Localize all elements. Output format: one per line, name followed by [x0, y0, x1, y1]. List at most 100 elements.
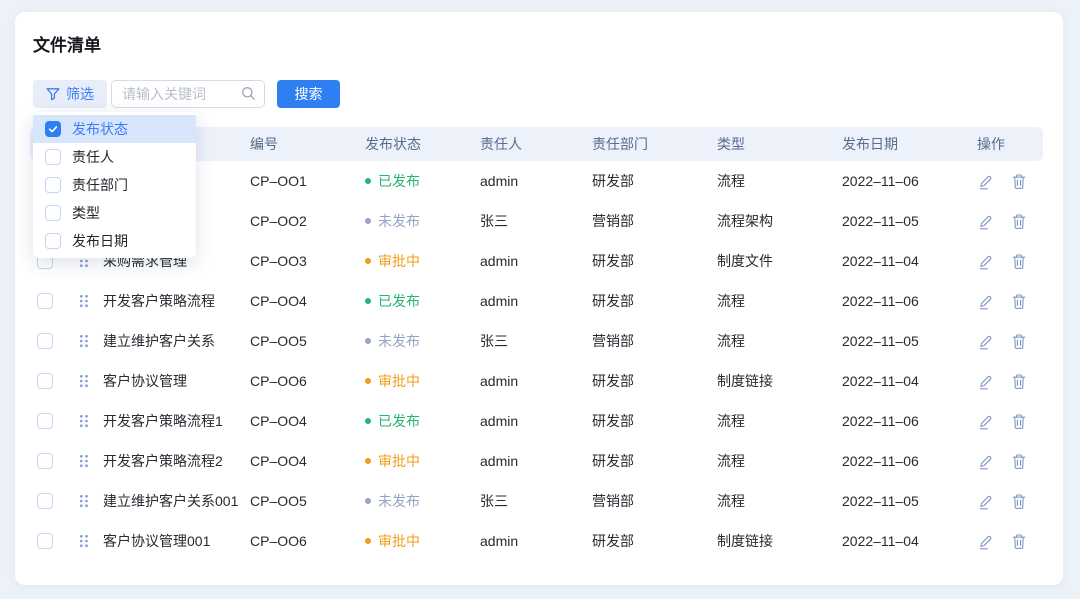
- filter-option-1[interactable]: 责任人: [33, 143, 196, 171]
- row-actions: [977, 533, 1043, 550]
- edit-pencil-icon: [977, 493, 994, 510]
- department: 营销部: [592, 211, 717, 231]
- row-checkbox[interactable]: [37, 493, 53, 509]
- file-type: 制度链接: [717, 531, 842, 551]
- status-label: 未发布: [378, 491, 420, 511]
- filter-option-label: 责任人: [72, 147, 114, 167]
- col-header-owner: 责任人: [480, 134, 592, 154]
- file-name: 开发客户策略流程2: [103, 451, 250, 471]
- file-type: 流程架构: [717, 211, 842, 231]
- col-header-date: 发布日期: [842, 134, 977, 154]
- edit-button[interactable]: [977, 373, 994, 390]
- status-badge: 审批中: [365, 451, 480, 471]
- row-actions: [977, 413, 1043, 430]
- file-code: CP–OO2: [250, 213, 365, 229]
- filter-option-label: 类型: [72, 203, 100, 223]
- status-dot-icon: [365, 178, 371, 184]
- delete-button[interactable]: [1011, 533, 1027, 550]
- file-name: 开发客户策略流程: [103, 291, 250, 311]
- row-checkbox[interactable]: [37, 533, 53, 549]
- edit-button[interactable]: [977, 493, 994, 510]
- checked-checkbox[interactable]: [45, 121, 61, 137]
- edit-button[interactable]: [977, 213, 994, 230]
- status-badge: 审批中: [365, 251, 480, 271]
- drag-handle-icon[interactable]: [79, 414, 89, 428]
- filter-option-label: 发布状态: [72, 119, 128, 139]
- publish-date: 2022–11–05: [842, 493, 977, 509]
- filter-option-label: 责任部门: [72, 175, 128, 195]
- row-actions: [977, 373, 1043, 390]
- file-name: 开发客户策略流程1: [103, 411, 250, 431]
- file-type: 流程: [717, 291, 842, 311]
- delete-button[interactable]: [1011, 493, 1027, 510]
- table-row: 建立维护客户关系CP–OO5未发布张三营销部流程2022–11–05: [30, 321, 1043, 361]
- drag-handle-icon[interactable]: [79, 534, 89, 548]
- edit-pencil-icon: [977, 333, 994, 350]
- unchecked-checkbox[interactable]: [45, 177, 61, 193]
- filter-option-3[interactable]: 类型: [33, 199, 196, 227]
- filter-dropdown: 发布状态责任人责任部门类型发布日期: [33, 112, 196, 258]
- unchecked-checkbox[interactable]: [45, 233, 61, 249]
- file-code: CP–OO6: [250, 533, 365, 549]
- status-label: 审批中: [378, 371, 420, 391]
- edit-button[interactable]: [977, 413, 994, 430]
- col-header-status: 发布状态: [365, 134, 480, 154]
- department: 研发部: [592, 171, 717, 191]
- edit-button[interactable]: [977, 333, 994, 350]
- row-checkbox[interactable]: [37, 453, 53, 469]
- file-code: CP–OO1: [250, 173, 365, 189]
- drag-handle-icon[interactable]: [79, 494, 89, 508]
- edit-button[interactable]: [977, 253, 994, 270]
- edit-pencil-icon: [977, 413, 994, 430]
- drag-handle-icon[interactable]: [79, 334, 89, 348]
- status-dot-icon: [365, 298, 371, 304]
- row-actions: [977, 493, 1043, 510]
- toolbar: 筛选 搜索: [33, 80, 1063, 108]
- col-header-code: 编号: [250, 134, 365, 154]
- file-type: 流程: [717, 411, 842, 431]
- status-dot-icon: [365, 258, 371, 264]
- trash-icon: [1011, 533, 1027, 550]
- delete-button[interactable]: [1011, 293, 1027, 310]
- file-code: CP–OO5: [250, 333, 365, 349]
- drag-handle-icon[interactable]: [79, 294, 89, 308]
- table-row: 客户协议管理CP–OO6审批中admin研发部制度链接2022–11–04: [30, 361, 1043, 401]
- owner: admin: [480, 413, 592, 429]
- filter-option-4[interactable]: 发布日期: [33, 227, 196, 255]
- delete-button[interactable]: [1011, 373, 1027, 390]
- edit-button[interactable]: [977, 453, 994, 470]
- delete-button[interactable]: [1011, 413, 1027, 430]
- filter-button[interactable]: 筛选: [33, 80, 107, 108]
- delete-button[interactable]: [1011, 253, 1027, 270]
- filter-option-0[interactable]: 发布状态: [33, 115, 196, 143]
- status-dot-icon: [365, 218, 371, 224]
- delete-button[interactable]: [1011, 173, 1027, 190]
- row-checkbox[interactable]: [37, 413, 53, 429]
- drag-handle-icon[interactable]: [79, 454, 89, 468]
- status-label: 已发布: [378, 171, 420, 191]
- edit-button[interactable]: [977, 293, 994, 310]
- publish-date: 2022–11–05: [842, 213, 977, 229]
- row-checkbox[interactable]: [37, 293, 53, 309]
- department: 研发部: [592, 411, 717, 431]
- status-label: 已发布: [378, 291, 420, 311]
- row-checkbox[interactable]: [37, 333, 53, 349]
- status-badge: 未发布: [365, 211, 480, 231]
- status-dot-icon: [365, 498, 371, 504]
- unchecked-checkbox[interactable]: [45, 149, 61, 165]
- edit-button[interactable]: [977, 173, 994, 190]
- unchecked-checkbox[interactable]: [45, 205, 61, 221]
- delete-button[interactable]: [1011, 333, 1027, 350]
- search-button[interactable]: 搜索: [277, 80, 340, 108]
- delete-button[interactable]: [1011, 213, 1027, 230]
- status-label: 未发布: [378, 331, 420, 351]
- owner: 张三: [480, 331, 592, 351]
- delete-button[interactable]: [1011, 453, 1027, 470]
- edit-button[interactable]: [977, 533, 994, 550]
- drag-handle-icon[interactable]: [79, 374, 89, 388]
- department: 研发部: [592, 531, 717, 551]
- filter-option-2[interactable]: 责任部门: [33, 171, 196, 199]
- file-type: 流程: [717, 331, 842, 351]
- trash-icon: [1011, 213, 1027, 230]
- row-checkbox[interactable]: [37, 373, 53, 389]
